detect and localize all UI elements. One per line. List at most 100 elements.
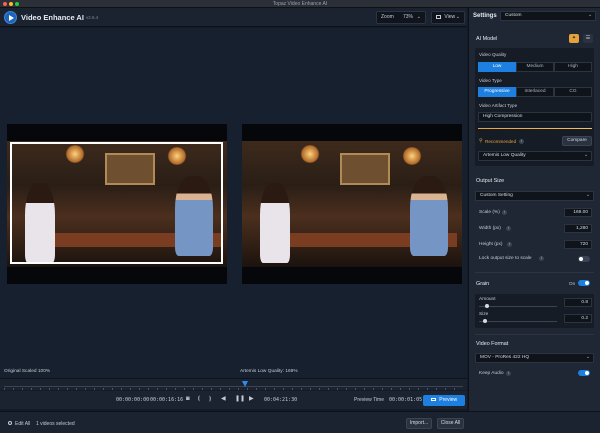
list-icon[interactable]: ☰ — [583, 34, 593, 43]
man-figure — [410, 176, 448, 256]
wall-lamp — [402, 147, 422, 165]
amount-label: Amount — [479, 297, 496, 302]
import-button[interactable]: Import... — [406, 418, 432, 429]
zoom-value: 73% — [402, 14, 413, 20]
transport-bar: 00:00:00:00 00:00:16:16 ◙ ⦗ ⦘ ◀ ❚❚ ▶ 00:… — [0, 391, 467, 409]
model-value: Artemis Low Quality — [483, 153, 526, 158]
chevron-down-icon: ⌄ — [455, 14, 460, 20]
app-window: Topaz Video Enhance AI Video Enhance AI … — [0, 0, 600, 433]
preview-button[interactable]: Preview — [423, 395, 465, 406]
preset-value: Custom — [505, 13, 522, 18]
zoom-dropdown[interactable]: Zoom 73% ⌄ — [376, 11, 426, 24]
type-progressive-option[interactable]: Progressive — [478, 87, 516, 97]
chevron-down-icon: ⌄ — [416, 14, 421, 20]
size-slider[interactable] — [479, 319, 557, 323]
preset-dropdown[interactable]: Custom ⌄ — [500, 11, 596, 21]
size-input[interactable]: 0.2 — [564, 314, 592, 323]
timeline-track[interactable] — [4, 386, 463, 387]
timeline[interactable] — [0, 378, 467, 390]
app-version: v2.6.4 — [86, 15, 99, 20]
chevron-down-icon: ⌄ — [587, 13, 592, 18]
chevron-down-icon: ⌄ — [585, 193, 590, 198]
ai-model-title: AI Model — [476, 36, 498, 42]
edit-all-link[interactable]: Edit All — [15, 421, 30, 427]
view-dropdown[interactable]: View ⌄ — [431, 11, 465, 24]
start-timecode: 00:00:00:00 — [116, 397, 150, 403]
current-timecode: 00:04:21:30 — [264, 397, 298, 403]
quality-low-option[interactable]: Low — [478, 62, 516, 72]
amount-input[interactable]: 0.8 — [564, 298, 592, 307]
grain-toggle[interactable] — [578, 280, 590, 286]
lock-size-toggle[interactable] — [578, 256, 590, 262]
pause-icon[interactable]: ❚❚ — [235, 396, 245, 403]
info-icon[interactable]: i — [506, 371, 511, 376]
title-bar: Topaz Video Enhance AI — [0, 0, 600, 8]
artifact-type-label: Video Artifact Type — [479, 103, 518, 108]
original-preview-pane[interactable] — [7, 124, 227, 284]
size-label: Size — [479, 312, 489, 317]
output-size-title: Output Size — [476, 178, 505, 184]
model-dropdown[interactable]: Artemis Low Quality ⌄ — [478, 151, 592, 161]
original-pane-label: Original Scaled 100% — [4, 369, 51, 374]
amount-slider[interactable] — [479, 304, 557, 308]
video-format-dropdown[interactable]: MOV - ProRes 422 HQ ⌄ — [475, 353, 594, 363]
split-view-icon — [436, 14, 441, 19]
wall-lamp — [300, 145, 320, 163]
chevron-down-icon: ⌄ — [585, 355, 590, 360]
woman-figure — [260, 183, 290, 263]
quality-high-option[interactable]: High — [554, 62, 592, 72]
enhanced-preview-pane[interactable] — [242, 124, 462, 284]
preview-time-value: 00:00:01:05 — [389, 397, 423, 403]
timeline-ticks — [4, 388, 463, 390]
size-slider-knob[interactable] — [483, 319, 487, 323]
output-setting-dropdown[interactable]: Custom Setting ⌄ — [475, 191, 594, 201]
height-input[interactable]: 720 — [564, 240, 592, 249]
preview-icon — [430, 398, 436, 402]
keep-audio-toggle[interactable] — [578, 370, 590, 376]
scale-label: Scale (%) — [479, 210, 500, 215]
footer-bar: Edit All 1 videos selected Import... Clo… — [0, 411, 600, 433]
info-icon[interactable]: i — [507, 242, 512, 247]
video-format-value: MOV - ProRes 422 HQ — [480, 355, 530, 360]
step-forward-icon[interactable]: ▶ — [249, 396, 254, 403]
info-icon[interactable]: i — [519, 139, 524, 144]
amount-slider-knob[interactable] — [485, 304, 489, 308]
window-title: Topaz Video Enhance AI — [272, 1, 328, 7]
lightbulb-icon[interactable]: ✦ — [569, 34, 579, 43]
view-label: View — [444, 14, 456, 20]
enhanced-pane-label: Artemis Low Quality: 169% — [240, 369, 298, 374]
close-all-button[interactable]: Close All — [437, 418, 464, 429]
output-setting-value: Custom Setting — [480, 193, 513, 198]
info-icon[interactable]: i — [502, 210, 507, 215]
mark-out-icon[interactable]: ⦘ — [209, 396, 211, 403]
topaz-logo-icon — [4, 11, 17, 24]
width-input[interactable]: 1,280 — [564, 224, 592, 233]
quality-medium-option[interactable]: Medium — [516, 62, 554, 72]
camera-icon[interactable]: ◙ — [186, 396, 190, 403]
video-format-title: Video Format — [476, 341, 509, 347]
enhanced-video-frame — [242, 141, 462, 267]
compare-button[interactable]: Compare — [562, 136, 592, 146]
height-label: Height (px) — [479, 242, 503, 247]
scale-input[interactable]: 169.00 — [564, 208, 592, 217]
keep-audio-label: Keep Audio — [479, 371, 504, 376]
recommendation-bar — [478, 128, 592, 129]
wall-painting — [340, 153, 390, 185]
mark-in-icon[interactable]: ⦗ — [198, 396, 200, 403]
edit-all-icon[interactable] — [8, 421, 12, 425]
end-timecode: 00:00:16:16 — [150, 397, 184, 403]
grain-title: Grain — [476, 281, 490, 287]
app-header: Video Enhance AI v2.6.4 Zoom 73% ⌄ View … — [0, 8, 467, 27]
app-name: Video Enhance AI — [21, 13, 84, 22]
info-icon[interactable]: i — [539, 256, 544, 261]
section-divider — [475, 334, 594, 335]
preview-time-label: Preview Time — [354, 397, 385, 403]
type-interlaced-option[interactable]: Interlaced — [516, 87, 554, 97]
selection-rectangle[interactable] — [10, 142, 223, 264]
type-cg-option[interactable]: CG — [554, 87, 592, 97]
info-icon[interactable]: i — [506, 226, 511, 231]
zoom-label: Zoom — [381, 14, 394, 20]
step-back-icon[interactable]: ◀ — [221, 396, 226, 403]
artifact-type-dropdown[interactable]: High Compression — [478, 112, 592, 122]
section-divider — [475, 272, 594, 273]
